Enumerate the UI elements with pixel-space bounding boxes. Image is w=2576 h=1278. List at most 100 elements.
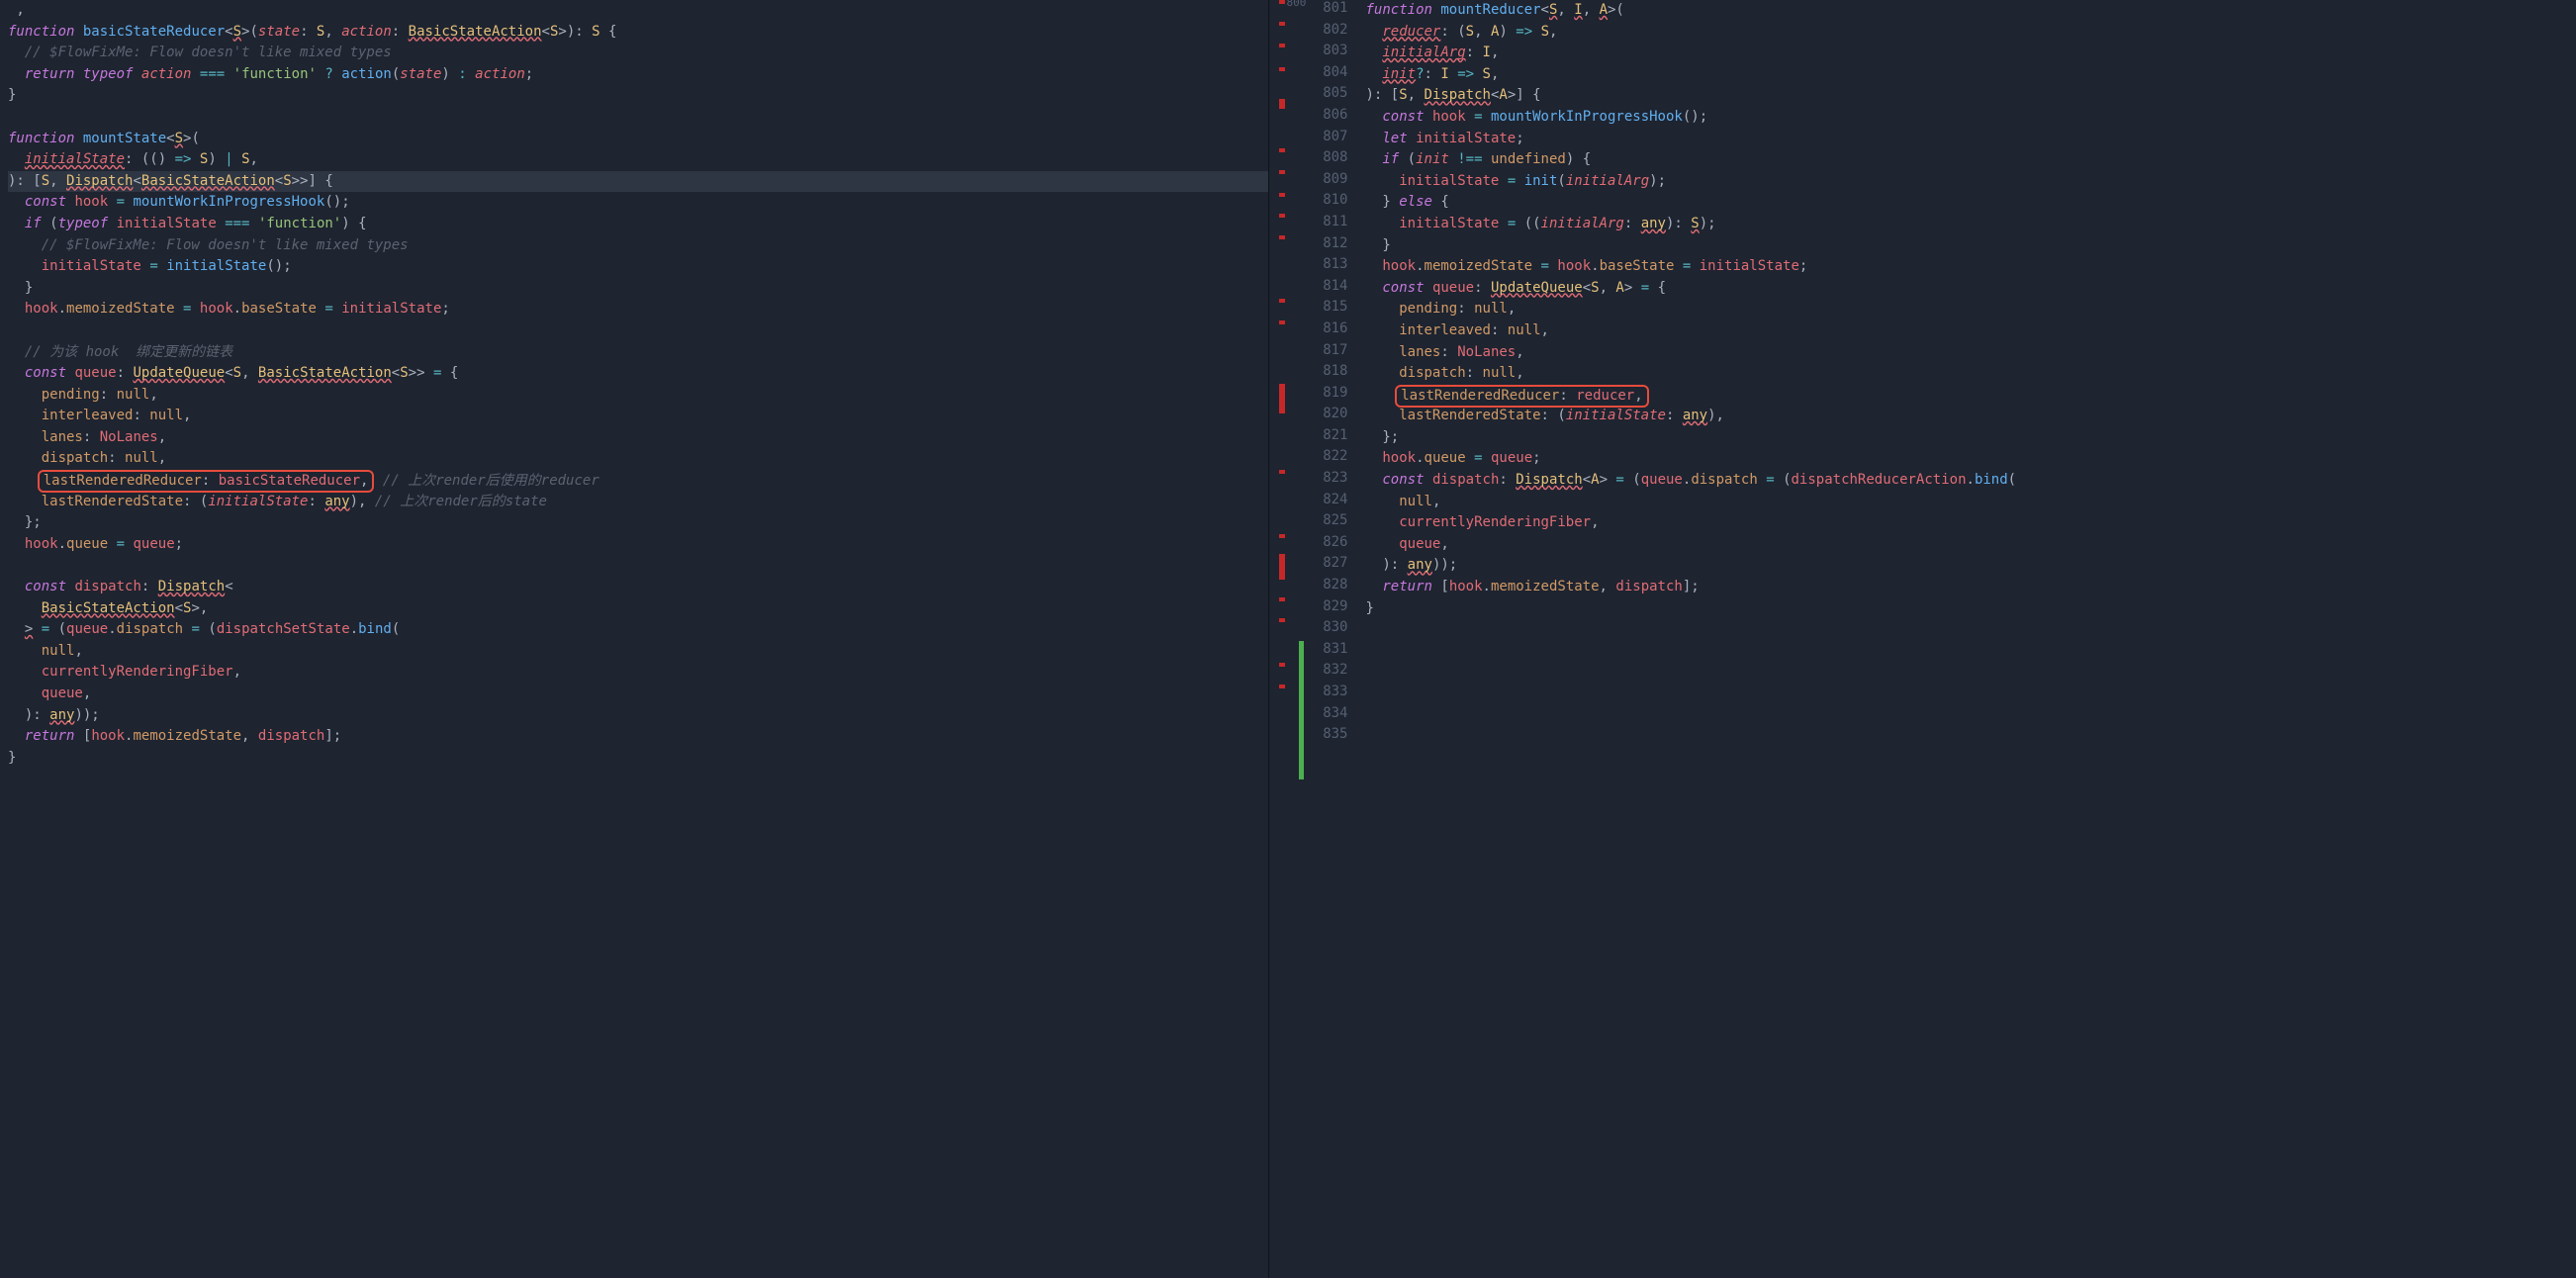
code-line[interactable]: dispatch: null, [1366, 363, 2576, 385]
code-line[interactable] [8, 555, 1268, 577]
left-code-area[interactable]: ,function basicStateReducer<S>(state: S,… [0, 0, 1268, 769]
line-number: 824 [1309, 490, 1348, 511]
code-line[interactable] [1366, 662, 2576, 684]
change-marker [1279, 663, 1285, 667]
right-editor-pane[interactable]: 8018028038048058068078088098108118128138… [1309, 0, 2576, 1278]
code-line[interactable]: const hook = mountWorkInProgressHook(); [8, 192, 1268, 214]
code-line[interactable]: null, [1366, 492, 2576, 513]
code-line[interactable]: }; [1366, 427, 2576, 449]
code-line[interactable]: function mountReducer<S, I, A>( [1366, 0, 2576, 22]
code-line[interactable]: queue, [8, 684, 1268, 705]
code-line[interactable]: const dispatch: Dispatch< [8, 577, 1268, 598]
line-number: 801 [1309, 0, 1348, 20]
line-number: 817 [1309, 340, 1348, 362]
code-line[interactable]: ): [S, Dispatch<BasicStateAction<S>>] { [8, 171, 1268, 193]
code-line[interactable]: // $FlowFixMe: Flow doesn't like mixed t… [8, 43, 1268, 64]
change-marker [1279, 470, 1285, 474]
code-line[interactable]: } [8, 278, 1268, 300]
code-line[interactable]: null, [8, 641, 1268, 663]
code-line[interactable]: , [8, 0, 1268, 22]
code-line[interactable]: lastRenderedReducer: basicStateReducer, … [8, 470, 1268, 492]
code-line[interactable]: lastRenderedState: (initialState: any), [1366, 406, 2576, 427]
code-line[interactable]: const queue: UpdateQueue<S, BasicStateAc… [8, 363, 1268, 385]
code-line[interactable]: lanes: NoLanes, [1366, 342, 2576, 364]
change-marker [1279, 67, 1285, 71]
line-number: 805 [1309, 83, 1348, 105]
line-number: 808 [1309, 147, 1348, 169]
code-line[interactable]: > = (queue.dispatch = (dispatchSetState.… [8, 619, 1268, 641]
code-line[interactable]: // 为该 hook 绑定更新的链表 [8, 342, 1268, 364]
code-line[interactable]: BasicStateAction<S>, [8, 598, 1268, 620]
code-line[interactable]: interleaved: null, [1366, 320, 2576, 342]
code-line[interactable]: dispatch: null, [8, 448, 1268, 470]
change-marker [1279, 320, 1285, 324]
code-line[interactable]: const hook = mountWorkInProgressHook(); [1366, 107, 2576, 129]
line-number: 806 [1309, 105, 1348, 127]
code-line[interactable]: ): any)); [1366, 555, 2576, 577]
code-line[interactable]: queue, [1366, 534, 2576, 556]
change-marker [1279, 554, 1285, 580]
code-line[interactable] [1366, 726, 2576, 748]
line-number: 803 [1309, 41, 1348, 62]
code-line[interactable]: initialState = initialState(); [8, 256, 1268, 278]
left-editor-pane[interactable]: ,function basicStateReducer<S>(state: S,… [0, 0, 1269, 1278]
code-line[interactable]: currentlyRenderingFiber, [1366, 512, 2576, 534]
change-marker [1279, 99, 1285, 109]
code-line[interactable]: lanes: NoLanes, [8, 427, 1268, 449]
code-line[interactable]: } else { [1366, 192, 2576, 214]
code-line[interactable]: } [1366, 235, 2576, 257]
code-line[interactable]: } [8, 85, 1268, 107]
change-marker [1279, 618, 1285, 622]
code-line[interactable]: return typeof action === 'function' ? ac… [8, 64, 1268, 86]
code-line[interactable] [1366, 705, 2576, 727]
code-line[interactable]: } [8, 748, 1268, 770]
code-line[interactable]: hook.memoizedState = hook.baseState = in… [8, 299, 1268, 320]
code-line[interactable]: currentlyRenderingFiber, [8, 662, 1268, 684]
code-line[interactable]: hook.queue = queue; [8, 534, 1268, 556]
code-line[interactable]: if (typeof initialState === 'function') … [8, 214, 1268, 235]
code-line[interactable]: const dispatch: Dispatch<A> = (queue.dis… [1366, 470, 2576, 492]
right-code-area[interactable]: function mountReducer<S, I, A>( reducer:… [1309, 0, 2576, 748]
code-line[interactable]: function mountState<S>( [8, 129, 1268, 150]
code-line[interactable] [1366, 641, 2576, 663]
code-line[interactable] [1366, 619, 2576, 641]
change-marker [1279, 597, 1285, 601]
code-line[interactable]: }; [8, 512, 1268, 534]
code-line[interactable]: init?: I => S, [1366, 64, 2576, 86]
code-line[interactable]: pending: null, [8, 385, 1268, 407]
line-number: 832 [1309, 660, 1348, 682]
line-number: 826 [1309, 532, 1348, 554]
code-line[interactable]: } [1366, 598, 2576, 620]
line-number: 816 [1309, 319, 1348, 340]
code-line[interactable] [8, 107, 1268, 129]
code-line[interactable] [1366, 684, 2576, 705]
code-line[interactable]: return [hook.memoizedState, dispatch]; [1366, 577, 2576, 598]
line-number: 811 [1309, 212, 1348, 233]
code-line[interactable]: initialState = ((initialArg: any): S); [1366, 214, 2576, 235]
code-line[interactable]: function basicStateReducer<S>(state: S, … [8, 22, 1268, 44]
code-line[interactable]: initialState: (() => S) | S, [8, 149, 1268, 171]
code-line[interactable]: lastRenderedReducer: reducer, [1366, 385, 2576, 407]
change-marker [1279, 0, 1285, 4]
change-marker [1279, 170, 1285, 174]
code-line[interactable]: pending: null, [1366, 299, 2576, 320]
code-line[interactable]: reducer: (S, A) => S, [1366, 22, 2576, 44]
code-line[interactable]: return [hook.memoizedState, dispatch]; [8, 726, 1268, 748]
code-line[interactable]: if (init !== undefined) { [1366, 149, 2576, 171]
code-line[interactable]: const queue: UpdateQueue<S, A> = { [1366, 278, 2576, 300]
code-line[interactable]: initialArg: I, [1366, 43, 2576, 64]
line-number: 815 [1309, 297, 1348, 319]
code-line[interactable]: initialState = init(initialArg); [1366, 171, 2576, 193]
code-line[interactable]: let initialState; [1366, 129, 2576, 150]
line-number: 822 [1309, 446, 1348, 468]
change-marker [1279, 299, 1285, 303]
code-line[interactable] [8, 320, 1268, 342]
code-line[interactable]: ): [S, Dispatch<A>] { [1366, 85, 2576, 107]
code-line[interactable]: hook.memoizedState = hook.baseState = in… [1366, 256, 2576, 278]
code-line[interactable]: interleaved: null, [8, 406, 1268, 427]
code-line[interactable]: // $FlowFixMe: Flow doesn't like mixed t… [8, 235, 1268, 257]
code-line[interactable]: lastRenderedState: (initialState: any), … [8, 492, 1268, 513]
line-number: 802 [1309, 20, 1348, 42]
code-line[interactable]: ): any)); [8, 705, 1268, 727]
code-line[interactable]: hook.queue = queue; [1366, 448, 2576, 470]
